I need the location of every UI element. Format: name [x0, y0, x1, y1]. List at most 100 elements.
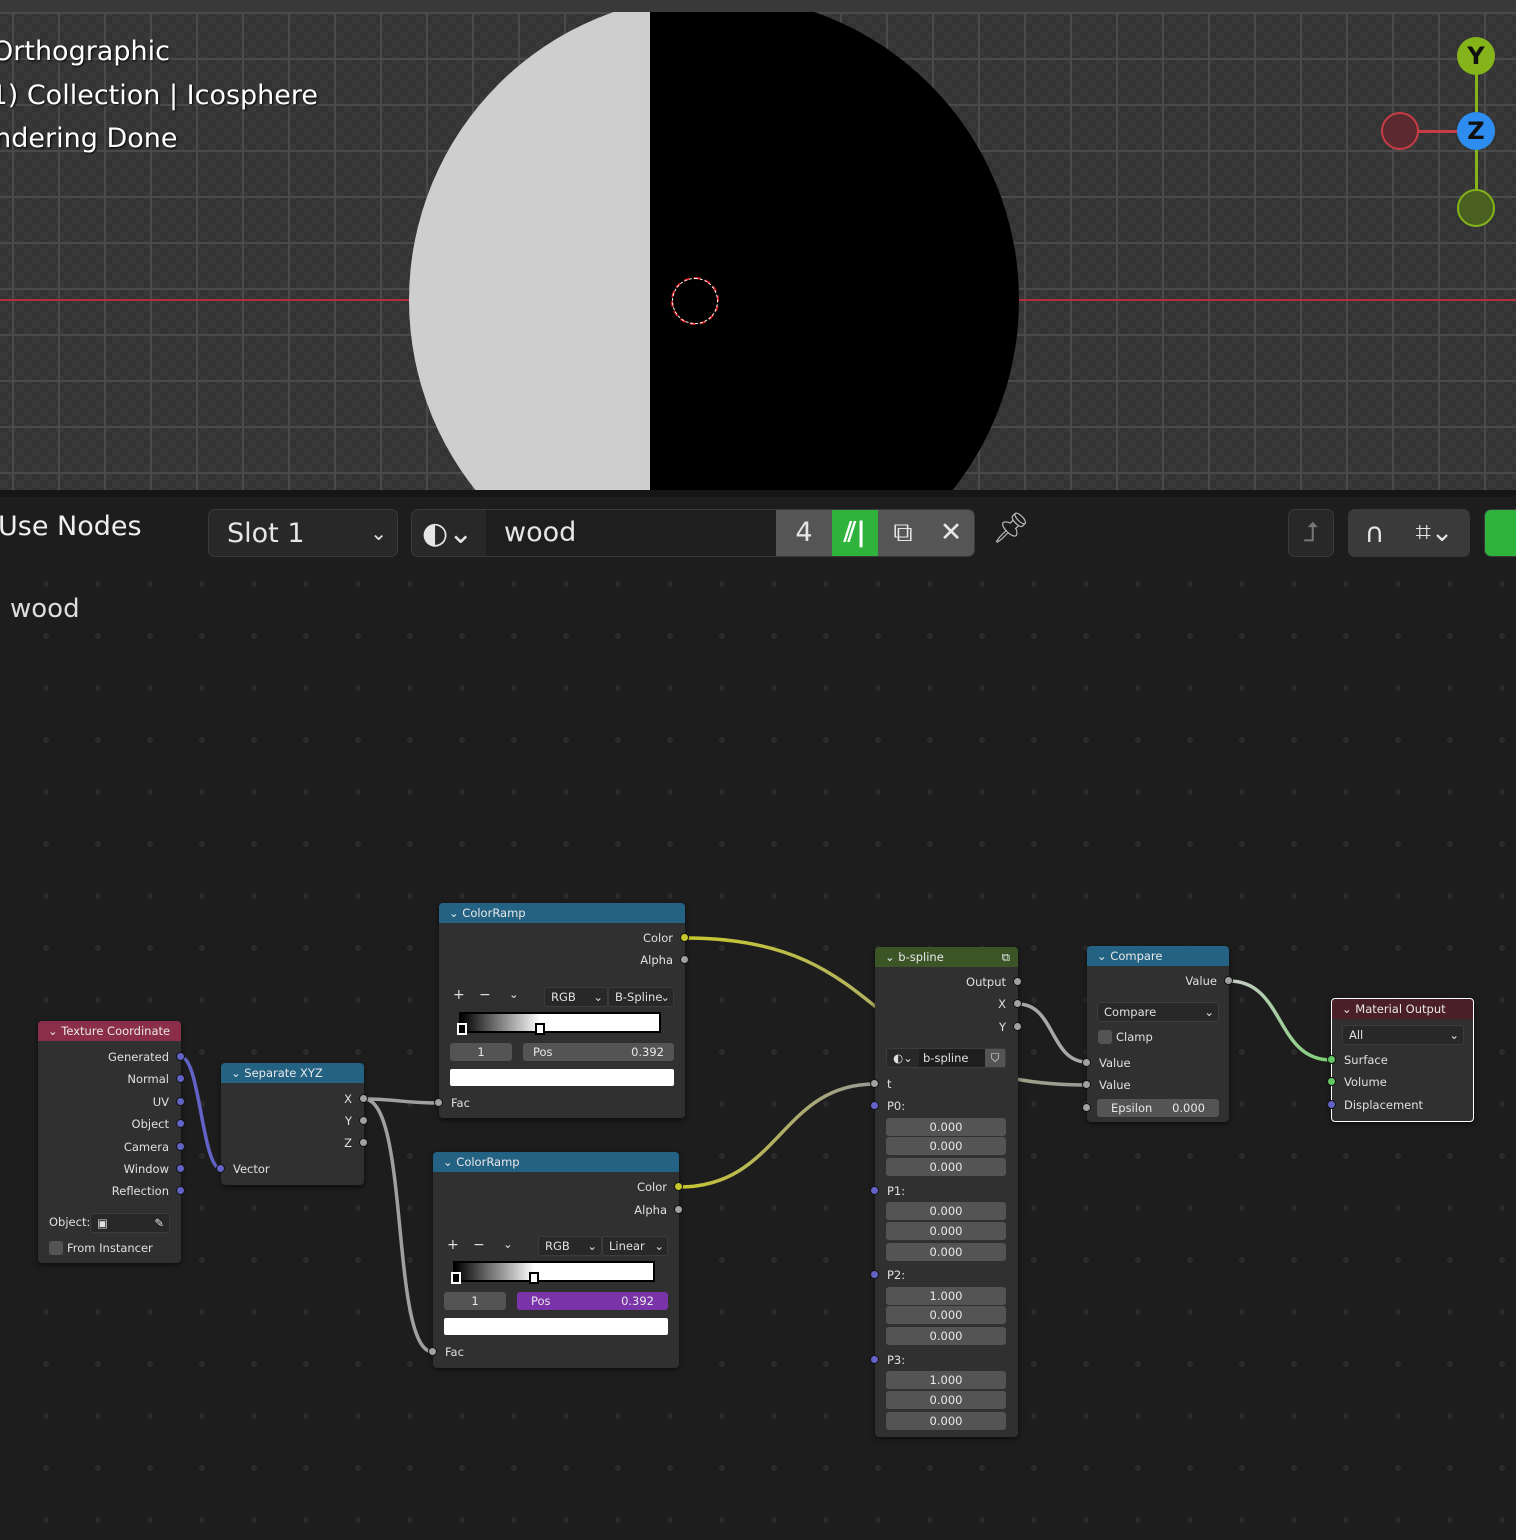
- stop-index-field[interactable]: 1: [444, 1292, 506, 1310]
- socket[interactable]: [359, 1116, 368, 1125]
- socket[interactable]: [1082, 1080, 1091, 1089]
- add-stop-icon[interactable]: +: [453, 987, 465, 1003]
- collapse-icon[interactable]: ⌄: [1097, 949, 1110, 963]
- p2-y-field[interactable]: 0.000: [886, 1306, 1006, 1324]
- output-color: Color: [642, 931, 673, 945]
- socket[interactable]: [1013, 999, 1022, 1008]
- socket[interactable]: [359, 1094, 368, 1103]
- collapse-icon[interactable]: ⌄: [885, 950, 898, 964]
- p1-y-field[interactable]: 0.000: [886, 1222, 1006, 1240]
- socket[interactable]: [434, 1098, 443, 1107]
- ramp-menu-icon[interactable]: ⌄: [509, 987, 519, 1001]
- collapse-icon[interactable]: ⌄: [1342, 1002, 1355, 1016]
- separate-xyz-node[interactable]: ⌄ Separate XYZ X Y Z Vector: [216, 1063, 368, 1185]
- socket[interactable]: [870, 1101, 879, 1110]
- socket[interactable]: [870, 1355, 879, 1364]
- color-ramp-gradient[interactable]: [459, 1012, 661, 1033]
- socket[interactable]: [176, 1164, 185, 1173]
- socket[interactable]: [1013, 1022, 1022, 1031]
- group-selector[interactable]: ◐⌄ b-spline ⛉: [886, 1048, 1006, 1068]
- socket[interactable]: [1327, 1055, 1336, 1064]
- eyedropper-icon[interactable]: ✎: [154, 1214, 164, 1232]
- from-instancer-checkbox[interactable]: [49, 1241, 63, 1255]
- colorramp-node-1[interactable]: ⌄ ColorRamp Color Alpha + − ⌄ RGB ⌄ B-Spl…: [434, 903, 689, 1118]
- collapse-icon[interactable]: ⌄: [231, 1066, 244, 1080]
- socket[interactable]: [1327, 1100, 1336, 1109]
- socket[interactable]: [176, 1097, 185, 1106]
- add-stop-icon[interactable]: +: [447, 1237, 459, 1253]
- stop-position-field[interactable]: Pos 0.392: [517, 1292, 668, 1310]
- epsilon-field[interactable]: Epsilon 0.000: [1097, 1099, 1219, 1117]
- p0-x-field[interactable]: 0.000: [886, 1118, 1006, 1136]
- collapse-icon[interactable]: ⌄: [48, 1024, 61, 1038]
- socket[interactable]: [870, 1186, 879, 1195]
- input-volume: Volume: [1344, 1075, 1387, 1089]
- compare-node[interactable]: ⌄ Compare Value Compare ⌄ Clamp Value Val…: [1082, 946, 1233, 1122]
- socket[interactable]: [176, 1052, 185, 1061]
- group-name-field[interactable]: b-spline: [919, 1049, 985, 1067]
- remove-stop-icon[interactable]: −: [479, 987, 491, 1003]
- color-stop-1[interactable]: [529, 1272, 539, 1284]
- interpolation-dropdown[interactable]: B-Spline ⌄: [608, 987, 674, 1007]
- color-stop-0[interactable]: [457, 1023, 467, 1035]
- socket[interactable]: [674, 1205, 683, 1214]
- node-group-icon[interactable]: ⧉: [1002, 947, 1010, 967]
- stop-index-field[interactable]: 1: [450, 1043, 512, 1061]
- input-vector: Vector: [233, 1162, 270, 1176]
- input-t: t: [887, 1077, 892, 1091]
- link-value-surface: [1228, 979, 1332, 1062]
- socket[interactable]: [1082, 1103, 1091, 1112]
- socket[interactable]: [359, 1138, 368, 1147]
- color-mode-dropdown[interactable]: RGB ⌄: [538, 1236, 602, 1256]
- texture-coordinate-node[interactable]: ⌄ Texture Coordinate Generated Normal UV…: [38, 1021, 185, 1263]
- stop-color-swatch[interactable]: [444, 1318, 668, 1335]
- socket[interactable]: [674, 1182, 683, 1191]
- socket[interactable]: [870, 1079, 879, 1088]
- p0-z-field[interactable]: 0.000: [886, 1158, 1006, 1176]
- input-p3: P3:: [887, 1353, 906, 1367]
- from-instancer-label: From Instancer: [67, 1241, 153, 1255]
- collapse-icon[interactable]: ⌄: [443, 1155, 456, 1169]
- socket[interactable]: [176, 1119, 185, 1128]
- socket[interactable]: [1327, 1077, 1336, 1086]
- p3-y-field[interactable]: 0.000: [886, 1391, 1006, 1409]
- socket[interactable]: [680, 955, 689, 964]
- ramp-menu-icon[interactable]: ⌄: [503, 1237, 513, 1251]
- p1-z-field[interactable]: 0.000: [886, 1243, 1006, 1261]
- output-x: X: [344, 1092, 352, 1106]
- remove-stop-icon[interactable]: −: [473, 1237, 485, 1253]
- socket[interactable]: [176, 1186, 185, 1195]
- clamp-checkbox[interactable]: [1098, 1030, 1112, 1044]
- socket[interactable]: [176, 1074, 185, 1083]
- color-stop-0[interactable]: [451, 1272, 461, 1284]
- socket[interactable]: [176, 1142, 185, 1151]
- object-field[interactable]: ▣ ✎: [90, 1213, 170, 1233]
- material-output-node[interactable]: ⌄ Material Output All ⌄ Surface Volume Di…: [1327, 998, 1474, 1122]
- collapse-icon[interactable]: ⌄: [449, 906, 462, 920]
- p2-z-field[interactable]: 0.000: [886, 1327, 1006, 1345]
- socket[interactable]: [870, 1270, 879, 1279]
- link-x-fac1: [363, 1097, 440, 1105]
- socket[interactable]: [216, 1164, 225, 1173]
- socket[interactable]: [1224, 976, 1233, 985]
- p3-z-field[interactable]: 0.000: [886, 1412, 1006, 1430]
- socket[interactable]: [1082, 1058, 1091, 1067]
- colorramp-node-2[interactable]: ⌄ ColorRamp Color Alpha + − ⌄ RGB ⌄ Linea…: [428, 1152, 683, 1368]
- p0-y-field[interactable]: 0.000: [886, 1137, 1006, 1155]
- target-dropdown[interactable]: All ⌄: [1342, 1025, 1464, 1045]
- socket[interactable]: [428, 1347, 437, 1356]
- p2-x-field[interactable]: 1.000: [886, 1287, 1006, 1305]
- p1-x-field[interactable]: 0.000: [886, 1202, 1006, 1220]
- stop-color-swatch[interactable]: [450, 1069, 674, 1086]
- fake-user-shield-icon[interactable]: ⛉: [985, 1049, 1005, 1067]
- socket[interactable]: [680, 933, 689, 942]
- color-mode-dropdown[interactable]: RGB ⌄: [544, 987, 608, 1007]
- p3-x-field[interactable]: 1.000: [886, 1371, 1006, 1389]
- color-ramp-gradient[interactable]: [453, 1261, 655, 1282]
- stop-position-field[interactable]: Pos 0.392: [523, 1043, 674, 1061]
- socket[interactable]: [1013, 977, 1022, 986]
- interpolation-dropdown[interactable]: Linear ⌄: [602, 1236, 668, 1256]
- bspline-group-node[interactable]: ⌄ b-spline ⧉ Output X Y ◐⌄ b-spline ⛉ t P0:…: [870, 947, 1022, 1437]
- operation-dropdown[interactable]: Compare ⌄: [1097, 1002, 1219, 1022]
- color-stop-1[interactable]: [535, 1023, 545, 1035]
